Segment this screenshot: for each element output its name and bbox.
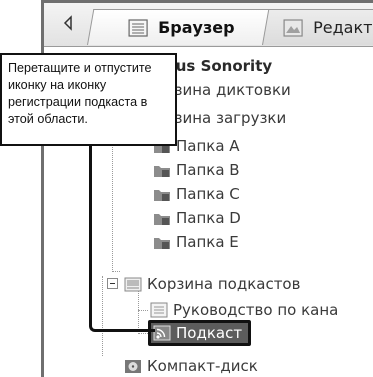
tree-item-label: Папка A	[176, 137, 240, 155]
tree-item-folder-c[interactable]: Папка C	[153, 182, 240, 206]
selected-podcast[interactable]: Подкаст	[148, 320, 252, 346]
folder-c-icon	[154, 190, 170, 201]
cd-icon	[125, 360, 141, 373]
tree-item-label: Папка E	[176, 233, 239, 251]
tree-item-label: Папка D	[176, 209, 241, 227]
tree-item-label: Подкаст	[176, 324, 243, 342]
tree-item-label: Папка C	[176, 185, 240, 203]
tree-root-label: pus Sonority	[165, 57, 273, 75]
tree-item-folder-e[interactable]: Папка E	[153, 230, 239, 254]
callout-connector	[89, 144, 155, 332]
rss-icon	[153, 325, 171, 341]
tab-editor-label: Редакто	[313, 18, 373, 37]
tree-item-label: Папка B	[176, 161, 240, 179]
callout: Перетащите и отпустите иконку на иконку …	[0, 53, 177, 146]
tree-item-label: Корзина подкастов	[147, 275, 301, 293]
tree-item-label: рзина загрузки	[165, 109, 287, 127]
tree-guide	[138, 333, 148, 334]
tab-browser-label: Браузер	[158, 18, 235, 37]
tree-item-label: Руководство по кана	[173, 301, 339, 319]
tree-item-label: Компакт-диск	[147, 357, 258, 375]
folder-e-icon	[154, 238, 170, 249]
tree-item-podcast[interactable]: Подкаст	[148, 320, 252, 346]
folder-d-icon	[154, 214, 170, 225]
tree-item-label: рзина диктовки	[165, 81, 291, 99]
editor-image-icon	[283, 18, 303, 37]
tree-item-dictation-basket[interactable]: рзина диктовки	[165, 78, 291, 102]
browser-window-icon	[128, 18, 148, 37]
tree-root[interactable]: pus Sonority	[165, 54, 272, 78]
tree-item-folder-d[interactable]: Папка D	[153, 206, 241, 230]
callout-text: Перетащите и отпустите иконку на иконку …	[8, 61, 152, 126]
tree-item-download-basket[interactable]: рзина загрузки	[165, 106, 286, 130]
tree-item-folder-b[interactable]: Папка B	[153, 158, 240, 182]
tree-item-channel-guide[interactable]: Руководство по кана	[150, 298, 338, 322]
tree-item-cd[interactable]: Компакт-диск	[124, 354, 258, 377]
tab-strip: Браузер Редакто	[44, 3, 373, 47]
folder-b-icon	[154, 166, 170, 177]
tab-browser[interactable]: Браузер	[87, 9, 270, 45]
scroll-left-icon[interactable]	[61, 15, 75, 31]
tab-editor[interactable]: Редакто	[259, 9, 373, 45]
